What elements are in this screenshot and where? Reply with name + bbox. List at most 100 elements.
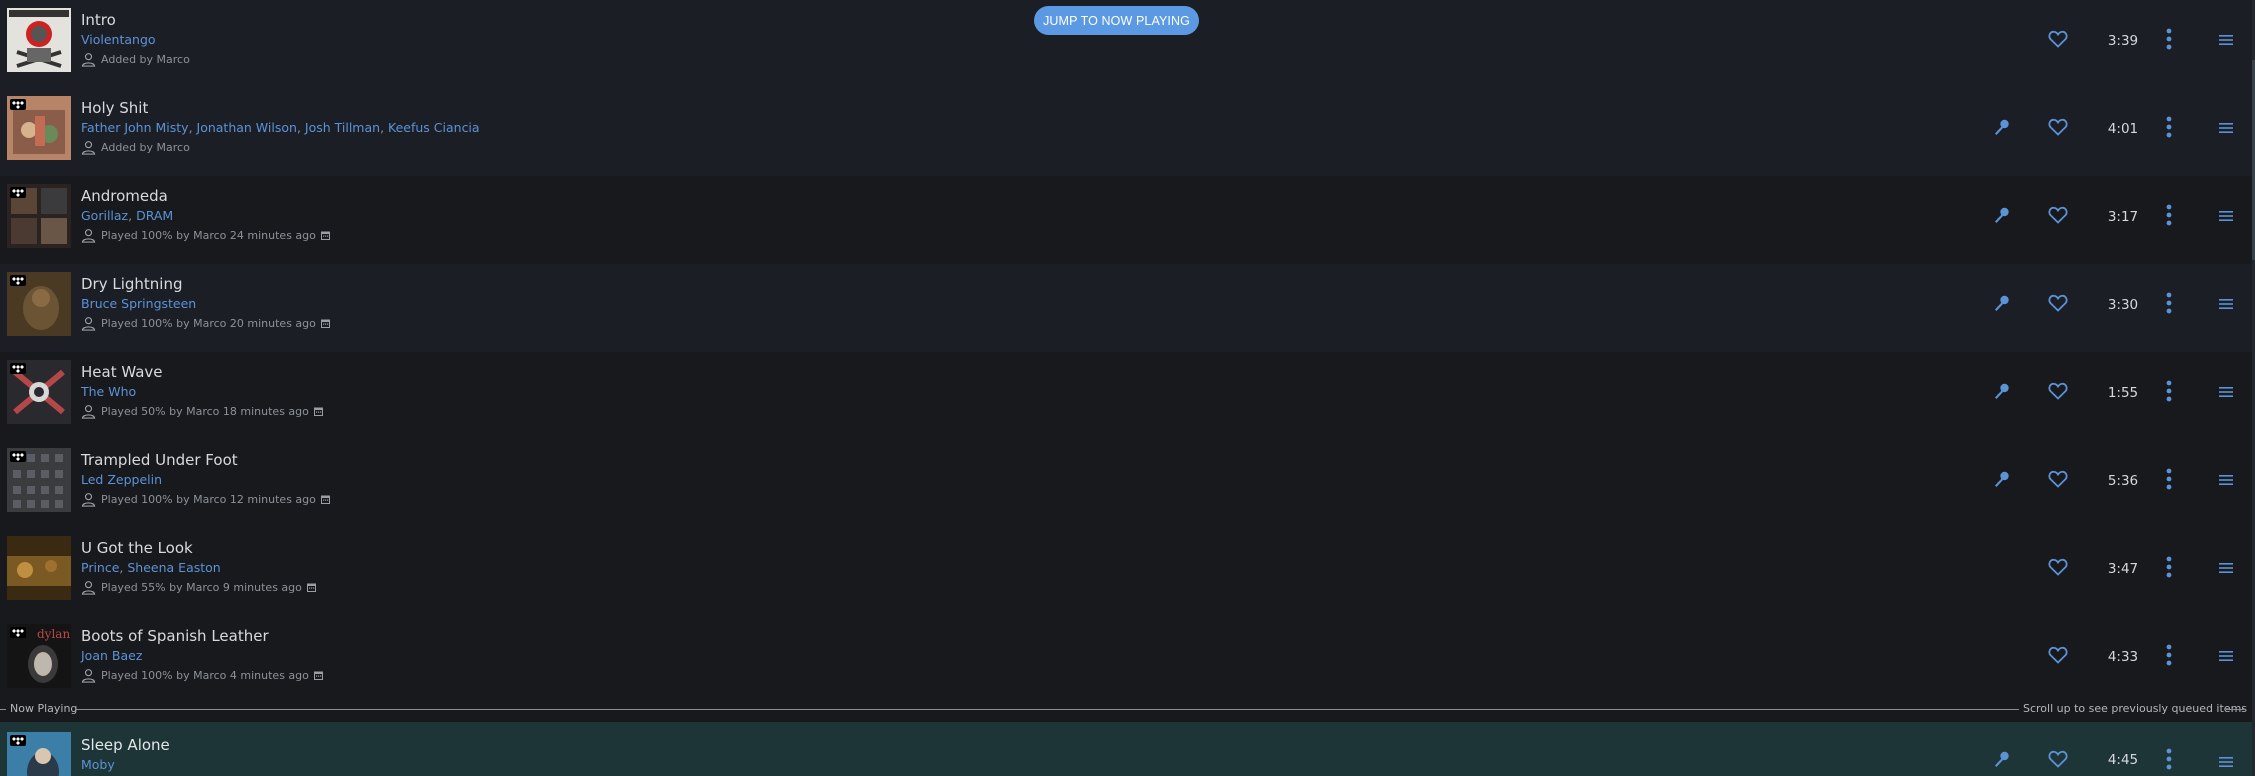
heart-icon[interactable] bbox=[2048, 118, 2068, 136]
tidal-icon bbox=[10, 187, 26, 198]
artist-link[interactable]: Keefus Ciancia bbox=[388, 120, 480, 135]
album-cover[interactable] bbox=[7, 96, 71, 160]
artist-link[interactable]: The Who bbox=[81, 384, 136, 399]
user-icon bbox=[81, 581, 96, 595]
track-title[interactable]: Intro bbox=[81, 11, 116, 29]
track-title[interactable]: U Got the Look bbox=[81, 539, 193, 557]
track-meta-text: Played 50% by Marco 18 minutes ago bbox=[101, 405, 309, 418]
drag-handle-icon[interactable] bbox=[2219, 298, 2233, 310]
track-artists: Father John Misty, Jonathan Wilson, Josh… bbox=[81, 120, 480, 135]
jump-to-now-playing-button[interactable]: JUMP TO NOW PLAYING bbox=[1034, 6, 1199, 35]
more-options-icon[interactable] bbox=[2161, 380, 2177, 402]
heart-icon[interactable] bbox=[2048, 470, 2068, 488]
track-title[interactable]: Trampled Under Foot bbox=[81, 451, 238, 469]
calendar-icon[interactable] bbox=[320, 319, 330, 328]
track-meta: Played 55% by Marco 9 minutes ago bbox=[81, 580, 316, 595]
track-artists: Bruce Springsteen bbox=[81, 296, 196, 311]
track-meta-text: Played 100% by Marco 24 minutes ago bbox=[101, 229, 316, 242]
artist-link[interactable]: Sheena Easton bbox=[127, 560, 220, 575]
lyrics-microphone-icon[interactable] bbox=[1993, 470, 2011, 488]
track-meta: Played 100% by Marco 24 minutes ago bbox=[81, 228, 330, 243]
track-meta-text: Played 100% by Marco 20 minutes ago bbox=[101, 317, 316, 330]
artist-link[interactable]: Moby bbox=[81, 757, 115, 772]
track-title[interactable]: Holy Shit bbox=[81, 99, 148, 117]
album-cover[interactable] bbox=[7, 272, 71, 336]
more-options-icon[interactable] bbox=[2161, 116, 2177, 138]
album-cover[interactable] bbox=[7, 536, 71, 600]
artist-link[interactable]: DRAM bbox=[136, 208, 173, 223]
track-duration: 3:39 bbox=[2107, 33, 2139, 49]
artist-link[interactable]: Father John Misty bbox=[81, 120, 189, 135]
track-title[interactable]: Dry Lightning bbox=[81, 275, 183, 293]
drag-handle-icon[interactable] bbox=[2219, 474, 2233, 486]
artist-link[interactable]: Gorillaz bbox=[81, 208, 128, 223]
album-cover[interactable]: dylan bbox=[7, 624, 71, 688]
queue-row[interactable]: Holy Shit Father John Misty, Jonathan Wi… bbox=[0, 88, 2252, 176]
drag-handle-icon[interactable] bbox=[2219, 562, 2233, 574]
lyrics-microphone-icon[interactable] bbox=[1993, 750, 2011, 768]
track-title[interactable]: Boots of Spanish Leather bbox=[81, 627, 269, 645]
more-options-icon[interactable] bbox=[2161, 748, 2177, 770]
drag-handle-icon[interactable] bbox=[2219, 122, 2233, 134]
heart-icon[interactable] bbox=[2048, 646, 2068, 664]
queue-row[interactable]: U Got the Look Prince, Sheena Easton Pla… bbox=[0, 528, 2252, 616]
queue-row[interactable]: Trampled Under Foot Led Zeppelin Played … bbox=[0, 440, 2252, 528]
now-playing-row[interactable]: Sleep Alone Moby 4:45 bbox=[0, 722, 2252, 776]
lyrics-microphone-icon[interactable] bbox=[1993, 206, 2011, 224]
artist-link[interactable]: Violentango bbox=[81, 32, 156, 47]
track-duration: 3:30 bbox=[2107, 297, 2139, 313]
tidal-icon bbox=[10, 735, 26, 746]
track-meta-text: Added by Marco bbox=[101, 141, 190, 154]
drag-handle-icon[interactable] bbox=[2219, 756, 2233, 768]
drag-handle-icon[interactable] bbox=[2219, 34, 2233, 46]
drag-handle-icon[interactable] bbox=[2219, 386, 2233, 398]
artist-link[interactable]: Prince bbox=[81, 560, 119, 575]
track-title[interactable]: Andromeda bbox=[81, 187, 168, 205]
track-duration: 4:01 bbox=[2107, 121, 2139, 137]
lyrics-microphone-icon[interactable] bbox=[1993, 382, 2011, 400]
artist-link[interactable]: Josh Tillman bbox=[305, 120, 380, 135]
artist-link[interactable]: Bruce Springsteen bbox=[81, 296, 196, 311]
heart-icon[interactable] bbox=[2048, 558, 2068, 576]
calendar-icon[interactable] bbox=[313, 671, 323, 680]
track-artists: Moby bbox=[81, 757, 115, 772]
calendar-icon[interactable] bbox=[320, 495, 330, 504]
track-title[interactable]: Heat Wave bbox=[81, 363, 163, 381]
artist-link[interactable]: Led Zeppelin bbox=[81, 472, 162, 487]
more-options-icon[interactable] bbox=[2161, 556, 2177, 578]
artist-link[interactable]: Joan Baez bbox=[81, 648, 142, 663]
track-meta-text: Played 100% by Marco 4 minutes ago bbox=[101, 669, 309, 682]
album-cover[interactable] bbox=[7, 184, 71, 248]
more-options-icon[interactable] bbox=[2161, 644, 2177, 666]
more-options-icon[interactable] bbox=[2161, 204, 2177, 226]
more-options-icon[interactable] bbox=[2161, 468, 2177, 490]
track-artists: Gorillaz, DRAM bbox=[81, 208, 174, 223]
queue-row[interactable]: dylan Boots of Spanish Leather Joan Baez… bbox=[0, 616, 2252, 704]
heart-icon[interactable] bbox=[2048, 382, 2068, 400]
lyrics-microphone-icon[interactable] bbox=[1993, 294, 2011, 312]
queue-row[interactable]: Heat Wave The Who Played 50% by Marco 18… bbox=[0, 352, 2252, 440]
drag-handle-icon[interactable] bbox=[2219, 210, 2233, 222]
calendar-icon[interactable] bbox=[313, 407, 323, 416]
now-playing-label: Now Playing bbox=[10, 702, 78, 715]
track-duration: 4:45 bbox=[2107, 752, 2139, 768]
calendar-icon[interactable] bbox=[320, 231, 330, 240]
album-cover[interactable] bbox=[7, 360, 71, 424]
more-options-icon[interactable] bbox=[2161, 28, 2177, 50]
album-cover[interactable] bbox=[7, 448, 71, 512]
more-options-icon[interactable] bbox=[2161, 292, 2177, 314]
lyrics-microphone-icon[interactable] bbox=[1993, 118, 2011, 136]
track-title[interactable]: Sleep Alone bbox=[81, 736, 170, 754]
artist-link[interactable]: Jonathan Wilson bbox=[197, 120, 297, 135]
heart-icon[interactable] bbox=[2048, 30, 2068, 48]
tidal-icon bbox=[10, 451, 26, 462]
album-cover[interactable] bbox=[7, 732, 71, 776]
album-cover[interactable] bbox=[7, 8, 71, 72]
drag-handle-icon[interactable] bbox=[2219, 650, 2233, 662]
queue-row[interactable]: Andromeda Gorillaz, DRAM Played 100% by … bbox=[0, 176, 2252, 264]
calendar-icon[interactable] bbox=[306, 583, 316, 592]
queue-row[interactable]: Dry Lightning Bruce Springsteen Played 1… bbox=[0, 264, 2252, 352]
heart-icon[interactable] bbox=[2048, 206, 2068, 224]
heart-icon[interactable] bbox=[2048, 750, 2068, 768]
heart-icon[interactable] bbox=[2048, 294, 2068, 312]
